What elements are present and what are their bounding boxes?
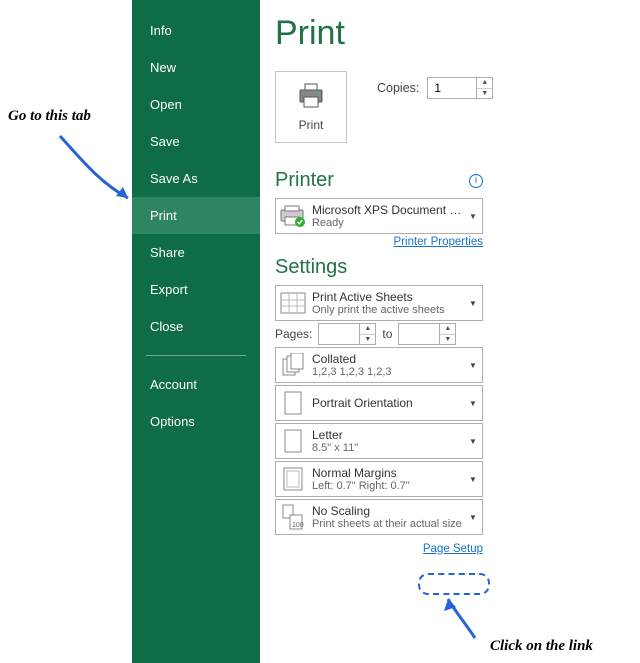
svg-text:100: 100: [292, 522, 304, 529]
annotation-goto-tab: Go to this tab: [8, 108, 91, 125]
margins-icon: [276, 462, 310, 496]
sidebar-item-new[interactable]: New: [132, 49, 260, 86]
backstage-sidebar: Info New Open Save Save As Print Share E…: [132, 0, 260, 663]
pages-to-spinner[interactable]: ▲ ▼: [398, 323, 456, 345]
printer-section-title: Printer: [275, 169, 334, 192]
copies-input[interactable]: [428, 78, 476, 98]
sidebar-item-print[interactable]: Print: [132, 197, 260, 234]
printer-icon: [297, 83, 325, 112]
annotation-click-link: Click on the link: [490, 638, 593, 655]
page-setup-link[interactable]: Page Setup: [423, 543, 483, 555]
sidebar-divider: [146, 355, 246, 356]
sidebar-item-options[interactable]: Options: [132, 403, 260, 440]
paper-title: Letter: [312, 428, 462, 442]
pages-to-label: to: [382, 327, 392, 341]
print-button[interactable]: Print: [275, 71, 347, 143]
chevron-down-icon: ▼: [464, 286, 482, 320]
print-what-sub: Only print the active sheets: [312, 304, 462, 316]
spinner-down-icon[interactable]: ▼: [477, 89, 492, 99]
annotation-highlight-box: [418, 573, 490, 595]
info-icon[interactable]: i: [469, 174, 483, 188]
scaling-sub: Print sheets at their actual size: [312, 518, 462, 530]
pages-to-input[interactable]: [399, 324, 439, 344]
sheets-icon: [276, 286, 310, 320]
chevron-down-icon: ▼: [464, 462, 482, 496]
arrow-annotation-icon: [40, 128, 140, 218]
collate-icon: [276, 348, 310, 382]
arrow-annotation-icon: [430, 593, 490, 643]
pages-from-spinner[interactable]: ▲ ▼: [318, 323, 376, 345]
pages-label: Pages:: [275, 327, 312, 341]
chevron-down-icon: ▼: [464, 199, 482, 233]
margins-title: Normal Margins: [312, 466, 462, 480]
chevron-down-icon: ▼: [464, 386, 482, 420]
orientation-dropdown[interactable]: Portrait Orientation ▼: [275, 385, 483, 421]
page-title: Print: [275, 14, 635, 53]
scaling-dropdown[interactable]: 100 No Scaling Print sheets at their act…: [275, 499, 483, 535]
spinner-up-icon[interactable]: ▲: [360, 324, 375, 335]
collate-dropdown[interactable]: Collated 1,2,3 1,2,3 1,2,3 ▼: [275, 347, 483, 383]
sidebar-item-account[interactable]: Account: [132, 366, 260, 403]
sidebar-item-export[interactable]: Export: [132, 271, 260, 308]
sidebar-item-saveas[interactable]: Save As: [132, 160, 260, 197]
printer-properties-link[interactable]: Printer Properties: [275, 236, 483, 248]
chevron-down-icon: ▼: [464, 348, 482, 382]
print-panel: Print Print Copies: ▲ ▼: [275, 0, 635, 557]
print-button-label: Print: [299, 118, 324, 132]
spinner-down-icon[interactable]: ▼: [440, 335, 455, 345]
printer-dropdown[interactable]: Microsoft XPS Document W… Ready ▼: [275, 198, 483, 234]
sidebar-item-share[interactable]: Share: [132, 234, 260, 271]
margins-dropdown[interactable]: Normal Margins Left: 0.7" Right: 0.7" ▼: [275, 461, 483, 497]
sidebar-item-save[interactable]: Save: [132, 123, 260, 160]
print-what-dropdown[interactable]: Print Active Sheets Only print the activ…: [275, 285, 483, 321]
margins-sub: Left: 0.7" Right: 0.7": [312, 480, 462, 492]
pages-from-input[interactable]: [319, 324, 359, 344]
sidebar-item-close[interactable]: Close: [132, 308, 260, 345]
chevron-down-icon: ▼: [464, 424, 482, 458]
collate-sub: 1,2,3 1,2,3 1,2,3: [312, 366, 462, 378]
printer-status: Ready: [312, 217, 462, 229]
copies-spinner[interactable]: ▲ ▼: [427, 77, 493, 99]
copies-label: Copies:: [377, 81, 419, 95]
portrait-icon: [276, 386, 310, 420]
printer-device-icon: [276, 199, 310, 233]
chevron-down-icon: ▼: [464, 500, 482, 534]
spinner-up-icon[interactable]: ▲: [440, 324, 455, 335]
sidebar-item-info[interactable]: Info: [132, 12, 260, 49]
collate-title: Collated: [312, 352, 462, 366]
sidebar-item-open[interactable]: Open: [132, 86, 260, 123]
paper-sub: 8.5" x 11": [312, 442, 462, 454]
print-what-title: Print Active Sheets: [312, 290, 462, 304]
scaling-icon: 100: [276, 500, 310, 534]
spinner-down-icon[interactable]: ▼: [360, 335, 375, 345]
paper-dropdown[interactable]: Letter 8.5" x 11" ▼: [275, 423, 483, 459]
paper-icon: [276, 424, 310, 458]
scaling-title: No Scaling: [312, 504, 462, 518]
printer-name: Microsoft XPS Document W…: [312, 203, 462, 217]
settings-section-title: Settings: [275, 256, 635, 279]
orientation-title: Portrait Orientation: [312, 396, 462, 410]
spinner-up-icon[interactable]: ▲: [477, 78, 492, 89]
